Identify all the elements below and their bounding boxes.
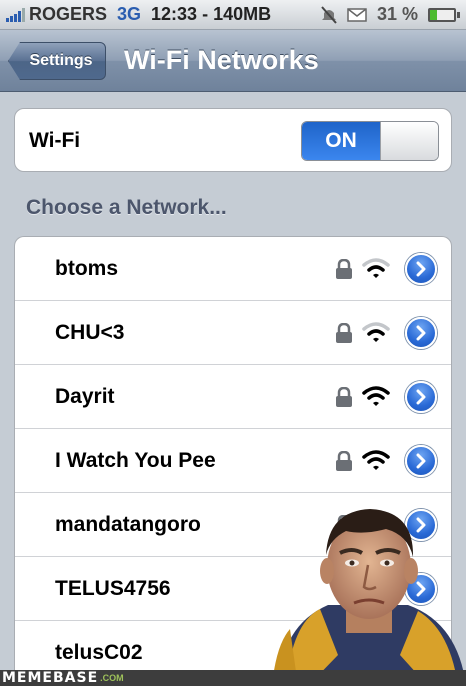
network-name: I Watch You Pee	[55, 449, 216, 472]
network-type: 3G	[117, 4, 142, 24]
navigation-bar: Settings Wi-Fi Networks	[0, 30, 466, 92]
wifi-signal-icon	[362, 258, 390, 278]
choose-network-header: Choose a Network...	[26, 196, 227, 219]
wifi-signal-icon	[362, 386, 390, 406]
network-row[interactable]: btoms	[15, 237, 451, 301]
mail-icon	[347, 7, 367, 22]
network-name: telusC02	[55, 641, 143, 664]
chevron-right-icon	[416, 453, 426, 469]
mute-icon	[321, 5, 337, 24]
time-data-usage: 12:33 - 140MB	[151, 4, 272, 24]
network-details-button[interactable]	[405, 381, 437, 413]
network-name: mandatangoro	[55, 513, 201, 536]
watermark-tld: .COM	[100, 673, 124, 683]
network-details-button[interactable]	[405, 253, 437, 285]
person-photo-overlay	[272, 509, 466, 686]
network-name: Dayrit	[55, 385, 115, 408]
network-row[interactable]: CHU<3	[15, 301, 451, 365]
lock-icon	[336, 451, 352, 471]
battery-icon	[428, 7, 460, 22]
wifi-toggle-group: Wi-Fi ON	[14, 108, 452, 172]
network-name: TELUS4756	[55, 577, 171, 600]
network-details-button[interactable]	[405, 445, 437, 477]
wifi-signal-icon	[362, 450, 390, 470]
carrier-label: ROGERS	[29, 4, 108, 24]
chevron-right-icon	[416, 261, 426, 277]
lock-icon	[336, 323, 352, 343]
wifi-label: Wi-Fi	[29, 129, 81, 152]
status-bar: ROGERS 3G 12:33 - 140MB 31 %	[0, 0, 466, 30]
toggle-on-label: ON	[302, 122, 380, 160]
signal-bars-icon	[6, 7, 25, 22]
chevron-right-icon	[416, 325, 426, 341]
network-details-button[interactable]	[405, 317, 437, 349]
battery-percent: 31 %	[376, 4, 418, 24]
watermark-bar: MEMEBASE .COM	[0, 670, 466, 686]
settings-back-button[interactable]: Settings	[8, 42, 106, 80]
wifi-toggle-switch[interactable]: ON	[301, 121, 439, 161]
network-row[interactable]: I Watch You Pee	[15, 429, 451, 493]
lock-icon	[336, 259, 352, 279]
network-name: btoms	[55, 257, 118, 280]
watermark-logo: MEMEBASE	[2, 670, 99, 686]
wifi-signal-icon	[362, 322, 390, 342]
chevron-right-icon	[416, 389, 426, 405]
network-row[interactable]: Dayrit	[15, 365, 451, 429]
toggle-knob[interactable]	[380, 122, 438, 160]
page-title: Wi-Fi Networks	[124, 45, 319, 75]
lock-icon	[336, 387, 352, 407]
network-name: CHU<3	[55, 321, 125, 344]
